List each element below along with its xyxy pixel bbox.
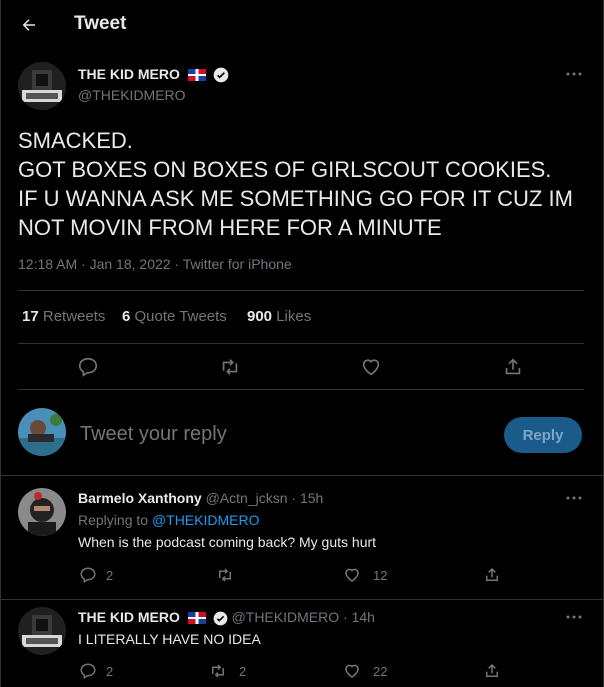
reply-more-button[interactable] — [564, 490, 584, 506]
tweet-meta: 12:18 AM · Jan 18, 2022 · Twitter for iP… — [18, 256, 292, 272]
reply-like-count: 12 — [373, 568, 388, 583]
tweet-text-line: SMACKED. — [18, 128, 133, 153]
share-icon — [486, 663, 498, 677]
retweet-icon — [212, 664, 224, 678]
page-title: Tweet — [74, 13, 127, 34]
verified-badge-icon — [213, 67, 229, 83]
reply-retweet-button[interactable] — [208, 661, 228, 681]
reply-reply-button[interactable] — [78, 661, 98, 681]
reply-text: I LITERALLY HAVE NO IDEA — [78, 631, 261, 647]
reply-header: Barmelo Xanthony @Actn_jcksn · 15h — [78, 490, 323, 506]
author-name-row: THE KID MERO — [78, 66, 229, 83]
reply-retweet-button[interactable] — [215, 565, 235, 585]
reply-reply-button[interactable] — [78, 565, 98, 585]
author-name[interactable]: THE KID MERO — [78, 66, 180, 82]
reply-author-handle[interactable]: @THEKIDMERO — [232, 609, 340, 625]
heart-icon — [345, 664, 359, 678]
reply-avatar[interactable] — [18, 488, 66, 536]
retweet-action-button[interactable] — [218, 355, 242, 379]
tweet-text: SMACKED. GOT BOXES ON BOXES OF GIRLSCOUT… — [18, 126, 588, 242]
reply-like-button[interactable] — [342, 661, 362, 681]
reply-header: THE KID MERO @THEKIDMERO · 14h — [78, 609, 375, 626]
reply-avatar[interactable] — [18, 607, 66, 655]
replying-to: Replying to @THEKIDMERO — [78, 512, 260, 528]
verified-badge-icon — [213, 611, 228, 626]
replying-to-link[interactable]: @THEKIDMERO — [152, 512, 260, 528]
tweet-text-line: IF U WANNA ASK ME SOMETHING GO FOR IT CU… — [18, 186, 573, 211]
reply-share-button[interactable] — [482, 661, 502, 681]
reply-author-name[interactable]: THE KID MERO — [78, 609, 180, 625]
share-icon — [505, 358, 521, 375]
reply-icon — [78, 357, 98, 377]
share-action-button[interactable] — [501, 355, 525, 379]
dominican-flag-icon — [187, 69, 206, 82]
reply-reply-count: 2 — [106, 568, 114, 583]
share-icon — [486, 567, 498, 581]
reply-icon — [80, 567, 96, 584]
back-arrow-icon — [22, 19, 35, 31]
more-horizontal-icon — [566, 496, 582, 500]
like-action-button[interactable] — [359, 355, 383, 379]
reply-reply-count: 2 — [106, 664, 114, 679]
more-options-button[interactable] — [564, 66, 584, 82]
retweet-icon — [219, 568, 231, 582]
reply-time[interactable]: · 14h — [343, 609, 375, 625]
reply-share-button[interactable] — [482, 565, 502, 585]
reply-submit-button[interactable]: Reply — [504, 417, 582, 453]
reply-time[interactable]: · 15h — [291, 490, 323, 506]
reply-like-button[interactable] — [342, 565, 362, 585]
reply-action-button[interactable] — [76, 355, 100, 379]
reply-author-handle[interactable]: @Actn_jcksn — [206, 490, 288, 506]
more-horizontal-icon — [566, 72, 582, 76]
more-horizontal-icon — [566, 615, 582, 619]
heart-icon — [345, 568, 359, 582]
quote-tweets-stat[interactable]: 6 Quote Tweets — [122, 308, 227, 325]
heart-icon — [362, 359, 380, 376]
reply-author-name[interactable]: Barmelo Xanthony — [78, 490, 202, 506]
reply-icon — [80, 663, 96, 680]
reply-like-count: 22 — [373, 664, 388, 679]
my-avatar[interactable] — [18, 408, 66, 456]
reply-composer-input[interactable]: Tweet your reply — [80, 423, 227, 446]
tweet-text-line: GOT BOXES ON BOXES OF GIRLSCOUT COOKIES. — [18, 157, 552, 182]
author-handle[interactable]: @THEKIDMERO — [78, 87, 186, 103]
back-button[interactable] — [16, 12, 42, 38]
retweet-icon — [222, 359, 238, 375]
likes-stat[interactable]: 900 Likes — [247, 308, 311, 325]
reply-retweet-count: 2 — [239, 664, 247, 679]
tweet-text-line: NOT MOVIN FROM HERE FOR A MINUTE — [18, 215, 442, 240]
author-avatar[interactable] — [18, 62, 66, 110]
dominican-flag-icon — [187, 612, 206, 625]
reply-text: When is the podcast coming back? My guts… — [78, 534, 377, 550]
retweets-stat[interactable]: 17 Retweets — [22, 308, 105, 325]
reply-more-button[interactable] — [564, 609, 584, 625]
